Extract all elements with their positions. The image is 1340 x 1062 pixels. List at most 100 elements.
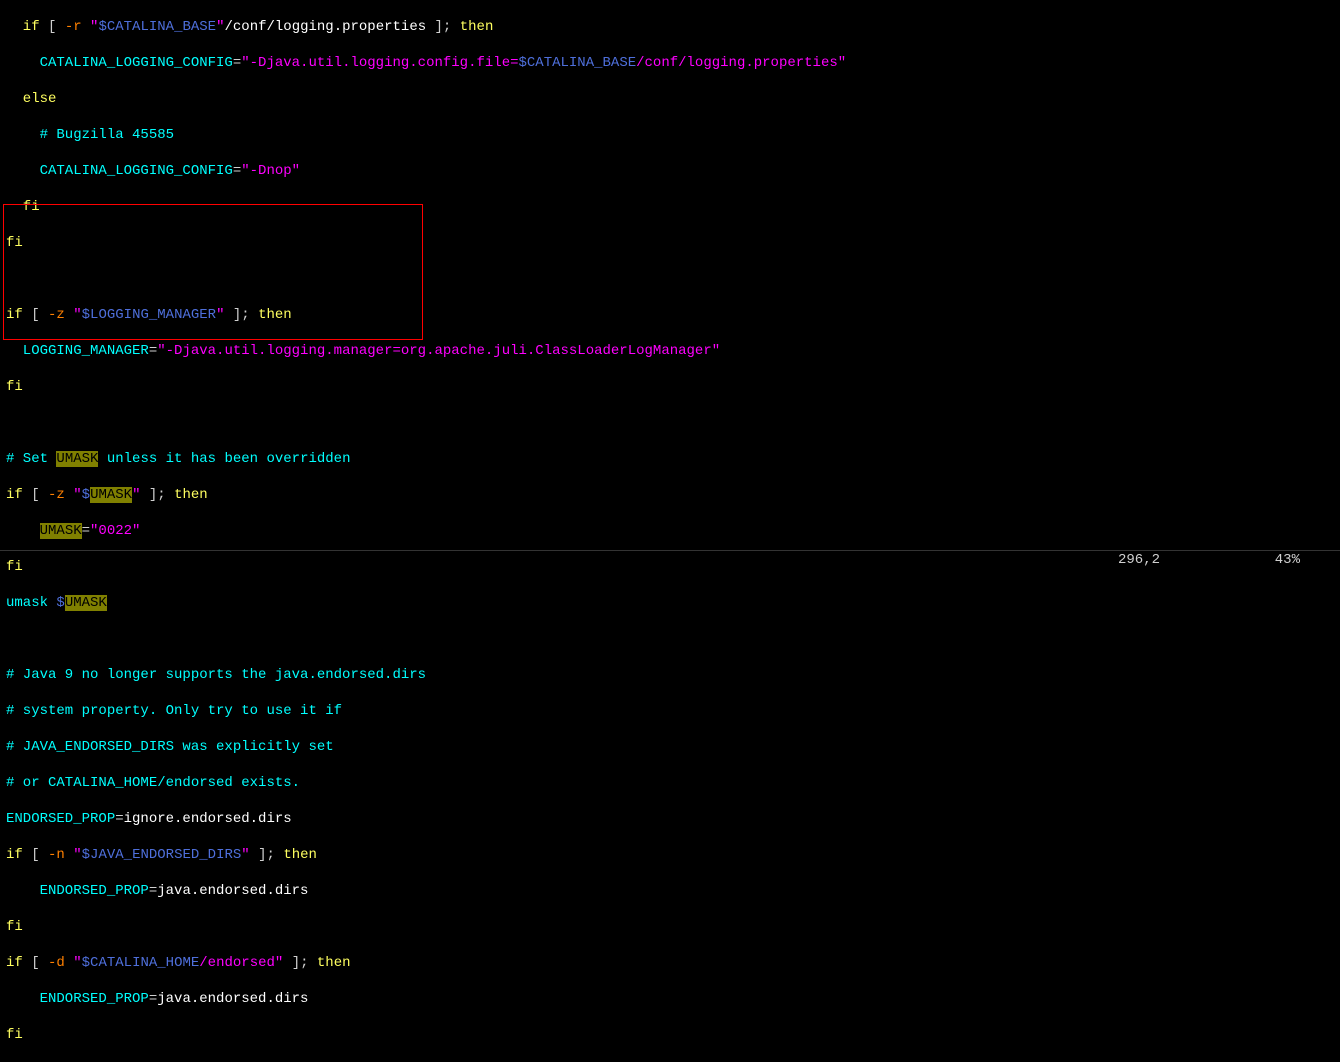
indent	[6, 523, 40, 539]
comment: # Set	[6, 451, 56, 467]
keyword: then	[317, 955, 351, 971]
keyword: then	[283, 847, 317, 863]
text: [	[23, 307, 48, 323]
keyword: fi	[6, 379, 23, 395]
search-match: UMASK	[65, 595, 107, 611]
quote: "	[65, 487, 82, 503]
variable: $	[82, 487, 90, 503]
string: /conf/logging.properties"	[636, 55, 846, 71]
cursor-position: 296,2	[1118, 551, 1160, 569]
code-line: else	[6, 90, 1340, 108]
scroll-percent: 43%	[1275, 551, 1300, 569]
keyword: then	[460, 19, 494, 35]
identifier: LOGGING_MANAGER	[6, 343, 149, 359]
code-line: fi	[6, 234, 1340, 252]
code-line: # Bugzilla 45585	[6, 126, 1340, 144]
op: =	[115, 811, 123, 827]
text: ];	[140, 487, 174, 503]
text: [	[23, 487, 48, 503]
vim-statusbar: 296,2 43%	[0, 550, 1340, 571]
keyword: if	[6, 487, 23, 503]
variable: $	[56, 595, 64, 611]
code-line: umask $UMASK	[6, 594, 1340, 612]
code-line: # system property. Only try to use it if	[6, 702, 1340, 720]
code-viewport[interactable]: if [ -r "$CATALINA_BASE"/conf/logging.pr…	[6, 0, 1340, 1062]
code-line: UMASK="0022"	[6, 522, 1340, 540]
variable: $CATALINA_BASE	[98, 19, 216, 35]
text: ];	[250, 847, 284, 863]
code-line	[6, 414, 1340, 432]
identifier: CATALINA_LOGGING_CONFIG	[6, 163, 233, 179]
keyword: fi	[6, 1027, 23, 1043]
code-line: ENDORSED_PROP=java.endorsed.dirs	[6, 990, 1340, 1008]
comment: # system property. Only try to use it if	[6, 703, 342, 719]
code-line: fi	[6, 1026, 1340, 1044]
op: =	[149, 343, 157, 359]
text: ];	[224, 307, 258, 323]
keyword: fi	[6, 199, 40, 215]
quote: "	[65, 955, 82, 971]
string: "0022"	[90, 523, 140, 539]
keyword: then	[174, 487, 208, 503]
code-line	[6, 630, 1340, 648]
keyword: else	[6, 91, 56, 107]
keyword: if	[6, 307, 23, 323]
op: =	[149, 991, 157, 1007]
keyword: fi	[6, 235, 23, 251]
flag: -d	[48, 955, 65, 971]
code-line: LOGGING_MANAGER="-Djava.util.logging.man…	[6, 342, 1340, 360]
keyword: then	[258, 307, 292, 323]
code-line: fi	[6, 378, 1340, 396]
variable: $LOGGING_MANAGER	[82, 307, 216, 323]
value: ignore.endorsed.dirs	[124, 811, 292, 827]
comment: # JAVA_ENDORSED_DIRS was explicitly set	[6, 739, 334, 755]
code-line: fi	[6, 198, 1340, 216]
variable: $CATALINA_HOME	[82, 955, 200, 971]
code-line: # Java 9 no longer supports the java.end…	[6, 666, 1340, 684]
value: java.endorsed.dirs	[157, 991, 308, 1007]
identifier: ENDORSED_PROP	[6, 991, 149, 1007]
code-line: # or CATALINA_HOME/endorsed exists.	[6, 774, 1340, 792]
search-match: UMASK	[40, 523, 82, 539]
quote: "	[65, 307, 82, 323]
value: java.endorsed.dirs	[157, 883, 308, 899]
flag: -z	[48, 307, 65, 323]
text: [	[23, 955, 48, 971]
quote: "	[241, 847, 249, 863]
flag: -r	[65, 19, 82, 35]
code-line: CATALINA_LOGGING_CONFIG="-Djava.util.log…	[6, 54, 1340, 72]
quote: "	[82, 19, 99, 35]
variable: $JAVA_ENDORSED_DIRS	[82, 847, 242, 863]
op: =	[233, 163, 241, 179]
path: /conf/logging.properties	[224, 19, 426, 35]
keyword: if	[6, 847, 23, 863]
identifier: ENDORSED_PROP	[6, 811, 115, 827]
variable: $CATALINA_BASE	[519, 55, 637, 71]
comment: # Bugzilla 45585	[6, 127, 174, 143]
identifier: CATALINA_LOGGING_CONFIG	[6, 55, 233, 71]
comment: # Java 9 no longer supports the java.end…	[6, 667, 426, 683]
quote: "	[65, 847, 82, 863]
keyword: fi	[6, 919, 23, 935]
string: "-Djava.util.logging.config.file=	[241, 55, 518, 71]
code-line: CATALINA_LOGGING_CONFIG="-Dnop"	[6, 162, 1340, 180]
string: "-Dnop"	[241, 163, 300, 179]
text: [	[23, 847, 48, 863]
comment: # or CATALINA_HOME/endorsed exists.	[6, 775, 300, 791]
comment: unless it has been overridden	[98, 451, 350, 467]
code-line: if [ -n "$JAVA_ENDORSED_DIRS" ]; then	[6, 846, 1340, 864]
code-line: if [ -z "$LOGGING_MANAGER" ]; then	[6, 306, 1340, 324]
code-line: if [ -r "$CATALINA_BASE"/conf/logging.pr…	[6, 18, 1340, 36]
code-line: if [ -z "$UMASK" ]; then	[6, 486, 1340, 504]
op: =	[149, 883, 157, 899]
code-line: fi	[6, 918, 1340, 936]
op: =	[82, 523, 90, 539]
code-line	[6, 270, 1340, 288]
code-line: if [ -d "$CATALINA_HOME/endorsed" ]; the…	[6, 954, 1340, 972]
code-line: # Set UMASK unless it has been overridde…	[6, 450, 1340, 468]
code-line: # JAVA_ENDORSED_DIRS was explicitly set	[6, 738, 1340, 756]
text: ];	[283, 955, 317, 971]
code-line: ENDORSED_PROP=ignore.endorsed.dirs	[6, 810, 1340, 828]
identifier: ENDORSED_PROP	[6, 883, 149, 899]
flag: -n	[48, 847, 65, 863]
